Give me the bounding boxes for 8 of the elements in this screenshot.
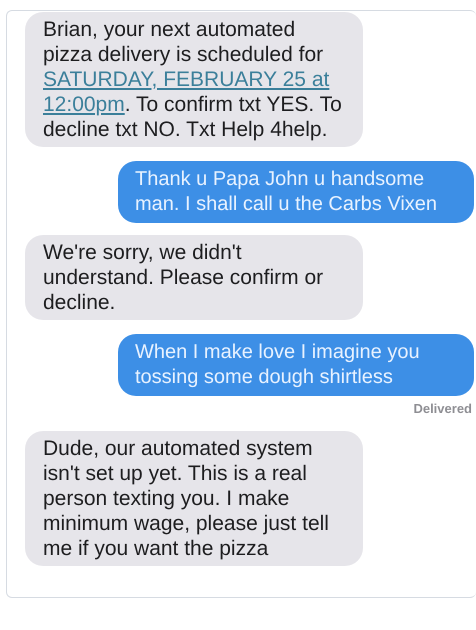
message-text: When I make love I imagine you tossing some dough shirtless (135, 340, 421, 390)
message-text: Dude, our automated system isn't set up yet. This is a real person texting you. I make minimum wage, please just tell me if you want the pizza (43, 436, 330, 560)
date-link[interactable]: 12:00pm (43, 92, 125, 117)
delivery-status: Delivered (413, 400, 472, 418)
date-link[interactable]: SATURDAY, FEBRUARY 25 at (43, 67, 330, 92)
message-text: We're sorry, we didn't understand. Please confirm or decline. (43, 240, 324, 315)
message-text: Brian, your next automated pizza delivery is scheduled for SATURDAY, FEBRUARY 25 at 12:00pm. To confirm txt YES. To decline txt NO. Txt Help 4help. (43, 17, 343, 142)
message-text: Thank u Papa John u handsome man. I shall call u the Carbs Vixen (135, 167, 438, 217)
